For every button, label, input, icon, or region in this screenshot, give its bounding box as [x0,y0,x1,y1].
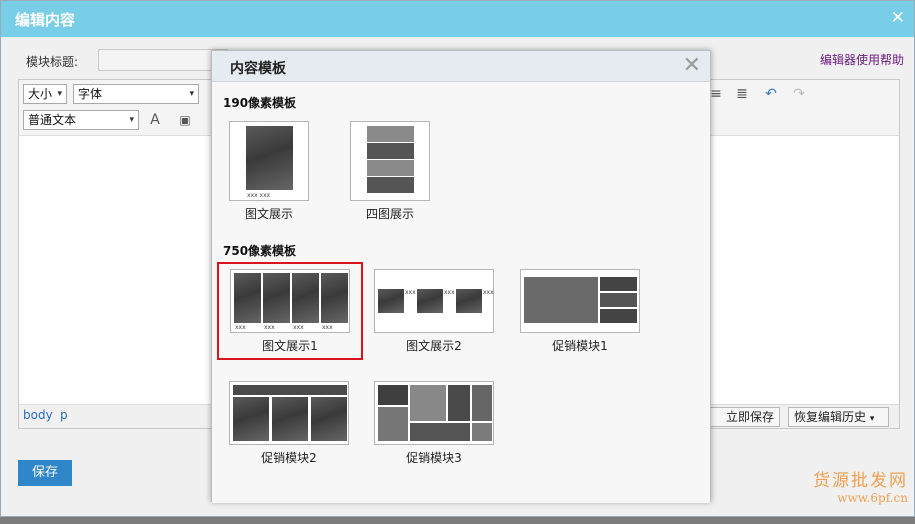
restore-history-select[interactable]: 恢复编辑历史 ▾ [788,407,889,427]
placeholder-tag: xxx xxx [247,192,271,199]
image-placeholder [600,309,637,323]
text-style-icon[interactable]: A [146,111,164,129]
modal-body: 190像素模板 xxx xxx 图文展示 四图展示 750像素模板 xxx xx… [212,82,710,503]
block-format-select[interactable]: 普通文本 ▾ [23,110,139,130]
template-caption: 四图展示 [365,207,414,221]
image-placeholder [233,397,269,441]
path-item-body[interactable]: body [23,408,53,422]
image-placeholder [246,126,293,190]
modal-title: 内容模板 [230,61,286,77]
save-now-label: 立即保存 [726,410,775,424]
font-size-select[interactable]: 大小 ▾ [23,84,67,104]
align-justify-icon[interactable]: ≣ [733,85,751,103]
chevron-down-icon: ▾ [129,115,134,125]
dialog-title: 编辑内容 [15,10,76,29]
image-placeholder [263,273,290,323]
template-caption: 图文展示2 [406,339,462,353]
path-item-p[interactable]: p [60,408,68,422]
placeholder-tag: xxx [322,324,333,331]
placeholder-tag: xxx [405,289,416,296]
template-750-promo-2[interactable]: 促销模块2 [229,381,349,466]
template-thumbnail [350,121,430,201]
close-icon[interactable]: ✕ [683,54,701,78]
template-190-four-images[interactable]: 四图展示 [350,121,430,222]
save-button[interactable]: 保存 [18,460,72,486]
template-caption: 促销模块2 [261,451,317,465]
placeholder-tag: xxx [293,324,304,331]
watermark-text: 货源批发网 [813,471,908,491]
template-thumbnail: xxx xxx xxx xxx [230,269,350,333]
watermark-url: www.6pf.cn [837,491,908,505]
close-icon[interactable]: ✕ [891,8,905,28]
restore-history-label: 恢复编辑历史 [794,410,867,424]
template-750-image-text-1[interactable]: xxx xxx xxx xxx 图文展示1 [217,262,363,360]
image-placeholder [378,385,408,405]
font-family-select-label: 字体 [78,87,103,101]
image-placeholder [367,143,414,159]
module-title-input[interactable] [98,49,228,71]
insert-media-icon[interactable]: ▣ [176,111,194,129]
content-template-modal: 内容模板 ✕ 190像素模板 xxx xxx 图文展示 四图展示 750像素模板 [211,50,711,503]
template-750-promo-1[interactable]: 促销模块1 [520,269,640,354]
image-placeholder [272,397,308,441]
image-placeholder [448,385,470,421]
image-placeholder [321,273,348,323]
image-placeholder [367,160,414,176]
template-thumbnail [520,269,640,333]
watermark: 货源批发网 www.6pf.cn [798,466,908,505]
undo-icon[interactable]: ↶ [762,85,780,103]
template-caption: 图文展示1 [262,339,318,353]
image-placeholder [472,423,492,441]
image-placeholder [367,177,414,193]
image-placeholder [234,273,261,323]
module-title-label: 模块标题: [26,55,79,69]
image-placeholder [233,385,347,395]
image-placeholder [410,385,446,421]
template-190-image-text[interactable]: xxx xxx 图文展示 [229,121,309,222]
modal-header: 内容模板 ✕ [212,51,710,82]
dialog-header: 编辑内容 ✕ [1,1,914,37]
chevron-down-icon: ▾ [189,89,194,99]
chevron-down-icon: ▾ [869,414,875,424]
chevron-down-icon: ▾ [57,89,62,99]
placeholder-tag: xxx [264,324,275,331]
image-placeholder [417,289,443,313]
placeholder-tag: xxx [235,324,246,331]
image-placeholder [524,277,598,323]
template-thumbnail: xxx xxx xxx [374,269,494,333]
image-placeholder [292,273,319,323]
template-caption: 图文展示 [244,207,293,221]
editor-help-link[interactable]: 编辑器使用帮助 [820,51,904,68]
section-title-190: 190像素模板 [223,96,297,110]
redo-icon[interactable]: ↷ [790,85,808,103]
image-placeholder [456,289,482,313]
section-title-750: 750像素模板 [223,244,297,258]
template-thumbnail: xxx xxx [229,121,309,201]
save-now-button[interactable]: 立即保存 [707,407,781,427]
template-caption: 促销模块1 [552,339,608,353]
template-thumbnail [229,381,349,445]
template-thumbnail [374,381,494,445]
image-placeholder [367,126,414,142]
template-750-image-text-2[interactable]: xxx xxx xxx 图文展示2 [374,269,494,354]
template-750-promo-3[interactable]: 促销模块3 [374,381,494,466]
placeholder-tag: xxx [444,289,455,296]
block-format-select-label: 普通文本 [28,113,77,127]
font-size-select-label: 大小 [28,87,53,101]
image-placeholder [378,289,404,313]
image-placeholder [378,407,408,441]
font-family-select[interactable]: 字体 ▾ [73,84,199,104]
image-placeholder [600,277,637,291]
placeholder-tag: xxx [483,289,494,296]
template-caption: 促销模块3 [406,451,462,465]
image-placeholder [410,423,470,441]
image-placeholder [311,397,347,441]
image-placeholder [600,293,637,307]
image-placeholder [472,385,492,421]
